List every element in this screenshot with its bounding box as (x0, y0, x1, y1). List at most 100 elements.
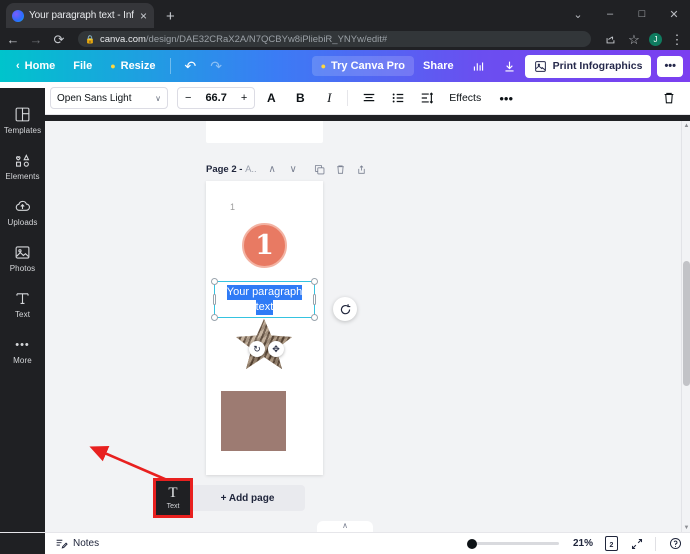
notes-button[interactable]: Notes (45, 537, 99, 550)
zoom-slider-knob[interactable] (467, 539, 477, 549)
delete-page-button[interactable] (330, 161, 351, 177)
analytics-button[interactable] (463, 56, 494, 77)
color-block-shape[interactable] (221, 391, 286, 451)
scrollbar-thumb[interactable] (683, 261, 690, 386)
help-button[interactable] (669, 537, 682, 550)
close-window-icon[interactable]: ✕ (658, 0, 690, 28)
callout-label: Text (167, 503, 180, 510)
star-shaped-image[interactable] (236, 319, 292, 369)
collapse-panel-button[interactable]: ∧ (317, 521, 373, 532)
add-page-button[interactable]: + Add page (190, 485, 305, 511)
text-color-button[interactable]: A (258, 85, 284, 111)
line-spacing-button[interactable] (414, 85, 440, 111)
browser-tab[interactable]: Your paragraph text - Infographi × (6, 3, 154, 28)
file-button[interactable]: File (64, 56, 101, 76)
delete-button[interactable] (656, 85, 682, 111)
share-icon[interactable] (605, 34, 619, 45)
font-size-decrease[interactable]: − (178, 88, 198, 108)
sidebar-item-elements[interactable]: Elements (0, 143, 45, 189)
text-line-1: Your paragraph (227, 285, 302, 300)
text-content: Your paragraph text (215, 282, 314, 317)
canva-toolbar: ‹ Home File ● Resize ↶ ↷ ● Try Canva Pro… (0, 50, 690, 82)
text-property-toolbar: Open Sans Light ∨ − 66.7 + A B I (0, 82, 690, 115)
sidebar-item-more[interactable]: ••• More (0, 327, 45, 373)
text-align-button[interactable] (356, 85, 382, 111)
design-page-canvas[interactable]: 1 1 Your paragraph text ↻ ✥ (206, 181, 323, 475)
propbar-more-button[interactable]: ••• (493, 85, 519, 111)
more-options-button[interactable]: ••• (657, 56, 683, 77)
text-tool-callout[interactable]: T Text (153, 478, 193, 518)
status-bar: Notes 21% 2 (0, 532, 690, 554)
vertical-scrollbar[interactable]: ▲ ▼ (681, 121, 690, 532)
star-texture (236, 319, 292, 369)
bookmark-star-icon[interactable]: ☆ (627, 33, 641, 46)
try-canva-pro-button[interactable]: ● Try Canva Pro (312, 56, 414, 76)
resize-handle-right[interactable] (313, 294, 316, 305)
minimize-icon[interactable]: – (594, 0, 626, 28)
resize-button[interactable]: ● Resize (101, 56, 164, 76)
new-tab-button[interactable]: + (166, 9, 175, 24)
sidebar-label-more: More (13, 356, 32, 365)
undo-button[interactable]: ↶ (177, 55, 203, 78)
font-size-stepper[interactable]: − 66.7 + (177, 87, 255, 109)
print-icon (534, 60, 547, 73)
selected-text-element[interactable]: Your paragraph text (214, 281, 315, 318)
move-page-down-button[interactable]: ∨ (283, 161, 304, 177)
rotate-handle[interactable]: ↻ (249, 341, 265, 357)
font-size-increase[interactable]: + (234, 88, 254, 108)
close-icon[interactable]: × (139, 10, 148, 22)
sidebar-item-text[interactable]: Text (0, 281, 45, 327)
bold-button[interactable]: B (287, 85, 313, 111)
print-infographics-button[interactable]: Print Infographics (525, 55, 652, 78)
chevron-down-icon: ∨ (155, 94, 161, 103)
sidebar-item-photos[interactable]: Photos (0, 235, 45, 281)
url-text: canva.com/design/DAE32CRaX2A/N7QCBYw8iPl… (100, 34, 387, 45)
print-label: Print Infographics (553, 60, 643, 72)
download-button[interactable] (494, 56, 525, 77)
elements-icon (14, 152, 31, 169)
fullscreen-button[interactable] (631, 538, 643, 550)
browser-navbar: ← → ⟳ 🔒 canva.com/design/DAE32CRaX2A/N7Q… (0, 28, 690, 50)
zoom-percent-label[interactable]: 21% (573, 538, 593, 549)
effects-button[interactable]: Effects (440, 92, 490, 104)
lock-page-button[interactable] (351, 161, 372, 177)
forward-icon[interactable]: → (29, 33, 43, 46)
resize-handle-bottom-right[interactable] (311, 314, 318, 321)
duplicate-page-button[interactable] (309, 161, 330, 177)
lock-icon: 🔒 (85, 35, 95, 44)
zoom-control[interactable] (469, 542, 559, 545)
number-badge[interactable]: 1 (242, 223, 287, 268)
move-handle[interactable]: ✥ (268, 341, 284, 357)
page-title-main: Page 2 - (206, 164, 245, 175)
italic-button[interactable]: I (316, 85, 342, 111)
back-icon[interactable]: ← (6, 33, 20, 46)
address-bar[interactable]: 🔒 canva.com/design/DAE32CRaX2A/N7QCBYw8i… (78, 31, 591, 47)
home-button[interactable]: ‹ Home (7, 56, 64, 76)
maximize-icon[interactable]: □ (626, 0, 658, 28)
sidebar-item-templates[interactable]: Templates (0, 97, 45, 143)
resize-handle-top-right[interactable] (311, 278, 318, 285)
page-title: Page 2 - A.. (206, 164, 257, 175)
browser-menu-icon[interactable]: ⋮ (670, 33, 684, 46)
font-size-value[interactable]: 66.7 (198, 88, 233, 108)
resize-handle-top-left[interactable] (211, 278, 218, 285)
resize-handle-bottom-left[interactable] (211, 314, 218, 321)
browser-window: Your paragraph text - Infographi × + ⌄ –… (0, 0, 690, 554)
sidebar-item-uploads[interactable]: Uploads (0, 189, 45, 235)
bullet-list-button[interactable] (385, 85, 411, 111)
page-count-badge[interactable]: 2 (605, 536, 618, 551)
move-page-up-button[interactable]: ∧ (262, 161, 283, 177)
reload-icon[interactable]: ⟳ (52, 33, 66, 46)
share-button[interactable]: Share (414, 56, 463, 76)
regenerate-button[interactable] (333, 297, 357, 321)
font-family-select[interactable]: Open Sans Light ∨ (50, 87, 168, 109)
avatar[interactable]: J (649, 33, 662, 46)
tools-sidebar: Templates Elements Uploads Ph (0, 88, 45, 532)
scroll-down-icon[interactable]: ▼ (682, 523, 690, 532)
zoom-slider-track[interactable] (469, 542, 559, 545)
redo-button[interactable]: ↷ (203, 55, 229, 78)
chevron-left-icon: ‹ (16, 61, 20, 72)
chevron-down-icon[interactable]: ⌄ (562, 0, 594, 28)
resize-handle-left[interactable] (213, 294, 216, 305)
scroll-up-icon[interactable]: ▲ (682, 121, 690, 130)
